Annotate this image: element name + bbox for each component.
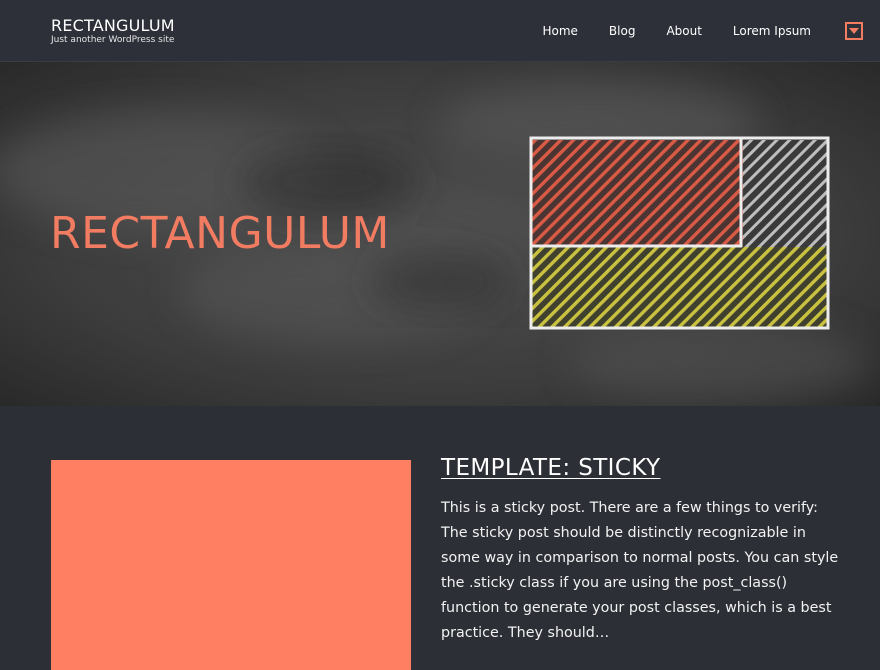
post-title: TEMPLATE: STICKY <box>441 453 841 483</box>
nav-item-lorem-ipsum[interactable]: Lorem Ipsum <box>733 24 811 38</box>
sticky-post: TEMPLATE: STICKY This is a sticky post. … <box>441 453 841 646</box>
caret-down-icon <box>849 28 859 34</box>
site-title-link[interactable]: RECTANGULUM <box>51 16 175 35</box>
main-content: TEMPLATE: STICKY This is a sticky post. … <box>0 406 880 670</box>
nav-item-blog[interactable]: Blog <box>609 24 636 38</box>
post-featured-image[interactable] <box>51 460 411 670</box>
nav-item-about[interactable]: About <box>666 24 701 38</box>
menu-toggle-button[interactable] <box>845 22 863 40</box>
site-header: RECTANGULUM Just another WordPress site … <box>0 0 880 62</box>
chalk-rectangles <box>529 136 830 330</box>
post-excerpt: This is a sticky post. There are a few t… <box>441 500 839 641</box>
hero-title: RECTANGULUM <box>50 208 390 259</box>
main-navigation: Home Blog About Lorem Ipsum <box>542 0 880 62</box>
nav-item-home[interactable]: Home <box>542 24 577 38</box>
hero-banner: RECTANGULUM <box>0 62 880 406</box>
site-branding: RECTANGULUM Just another WordPress site <box>51 16 175 46</box>
site-tagline: Just another WordPress site <box>51 35 175 45</box>
post-title-link[interactable]: TEMPLATE: STICKY <box>441 455 660 481</box>
